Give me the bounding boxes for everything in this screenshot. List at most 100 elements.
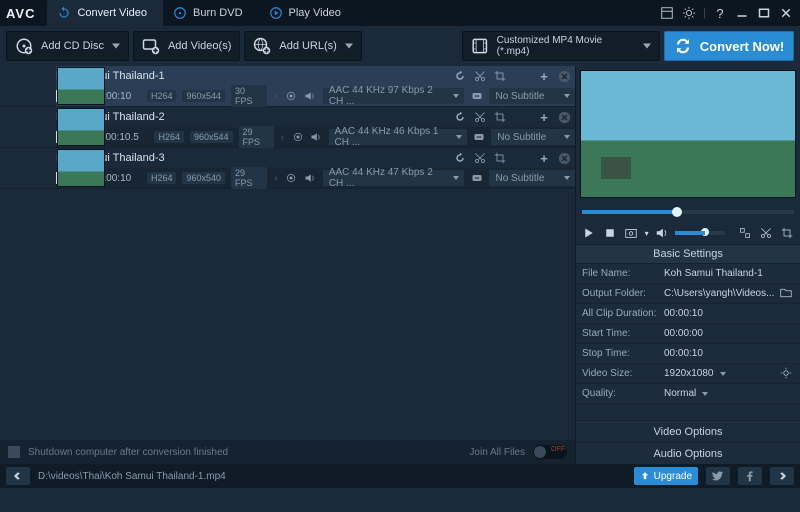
volume-icon[interactable] bbox=[655, 225, 670, 241]
thumbnail bbox=[57, 108, 105, 146]
refresh-icon[interactable] bbox=[453, 151, 467, 165]
shutdown-checkbox[interactable] bbox=[8, 446, 20, 458]
output-folder-label: Output Folder: bbox=[582, 288, 664, 299]
start-time-value[interactable]: 00:00:00 bbox=[664, 328, 794, 339]
add-urls-button[interactable]: Add URL(s) bbox=[244, 31, 361, 61]
next-button[interactable] bbox=[770, 467, 794, 485]
vres-value: 960x544 bbox=[182, 90, 225, 102]
join-all-label: Join All Files bbox=[469, 447, 525, 458]
refresh-icon bbox=[57, 6, 71, 20]
crop-icon[interactable] bbox=[779, 225, 794, 241]
clip-duration-label: All Clip Duration: bbox=[582, 308, 664, 319]
upgrade-label: Upgrade bbox=[654, 471, 692, 482]
file-title: Koh Samui Thailand-1 bbox=[56, 70, 449, 82]
tab-burn-dvd[interactable]: Burn DVD bbox=[163, 0, 259, 26]
clip-duration-value: 00:00:10 bbox=[664, 308, 794, 319]
add-videos-button[interactable]: Add Video(s) bbox=[133, 31, 240, 61]
remove-icon[interactable] bbox=[557, 110, 571, 124]
profile-label: Customized MP4 Movie (*.mp4) bbox=[497, 35, 635, 57]
audio-track-select[interactable]: AAC 44 KHz 46 Kbps 1 CH ... bbox=[329, 129, 467, 145]
vres-value: 960x540 bbox=[182, 172, 225, 184]
vcodec-value: H264 bbox=[147, 172, 177, 184]
add-video-icon bbox=[142, 37, 160, 55]
video-size-select[interactable]: 1920x1080 bbox=[664, 368, 780, 379]
remove-icon[interactable] bbox=[557, 151, 571, 165]
join-all-toggle[interactable] bbox=[533, 445, 567, 459]
crop-icon[interactable] bbox=[493, 151, 507, 165]
effects-icon[interactable] bbox=[285, 89, 298, 103]
cut-icon[interactable] bbox=[758, 225, 773, 241]
app-logo: AVC bbox=[6, 6, 35, 21]
play-button[interactable] bbox=[582, 225, 597, 241]
subtitle-icon bbox=[470, 171, 483, 185]
cut-icon[interactable] bbox=[473, 110, 487, 124]
cut-icon[interactable] bbox=[473, 151, 487, 165]
snapshot-button[interactable] bbox=[624, 225, 639, 241]
button-label: Add Video(s) bbox=[168, 40, 231, 52]
facebook-icon[interactable] bbox=[738, 467, 762, 485]
film-icon bbox=[471, 37, 489, 55]
remove-icon[interactable] bbox=[557, 69, 571, 83]
stop-button[interactable] bbox=[603, 225, 618, 241]
refresh-icon[interactable] bbox=[453, 110, 467, 124]
tab-play-video[interactable]: Play Video bbox=[259, 0, 357, 26]
seek-bar[interactable] bbox=[582, 204, 794, 220]
file-row[interactable]: Koh Samui Thailand-2+✓00:00:10.5H264960x… bbox=[0, 107, 575, 148]
crop-icon[interactable] bbox=[493, 110, 507, 124]
list-footer: Shutdown computer after conversion finis… bbox=[0, 440, 575, 464]
shutdown-label: Shutdown computer after conversion finis… bbox=[28, 447, 228, 458]
audio-options-button[interactable]: Audio Options bbox=[576, 442, 800, 464]
vfps-value: 30 FPS bbox=[231, 85, 267, 107]
help-icon[interactable]: ? bbox=[712, 5, 728, 21]
output-profile-select[interactable]: Customized MP4 Movie (*.mp4) bbox=[462, 31, 660, 61]
file-path: D:\videos\Thai\Koh Samui Thailand-1.mp4 bbox=[38, 471, 226, 482]
close-icon[interactable] bbox=[778, 5, 794, 21]
disc-icon bbox=[173, 6, 187, 20]
file-title: Koh Samui Thailand-2 bbox=[56, 111, 449, 123]
popout-icon[interactable] bbox=[737, 225, 752, 241]
add-icon[interactable]: + bbox=[537, 151, 551, 165]
prev-button[interactable] bbox=[6, 467, 30, 485]
stop-time-value[interactable]: 00:00:10 bbox=[664, 348, 794, 359]
settings-panel: File Name:Koh Samui Thailand-1 Output Fo… bbox=[576, 264, 800, 404]
gear-icon[interactable] bbox=[681, 5, 697, 21]
quality-select[interactable]: Normal bbox=[664, 388, 794, 399]
add-cd-disc-button[interactable]: Add CD Disc bbox=[6, 31, 129, 61]
twitter-icon[interactable] bbox=[706, 467, 730, 485]
basic-settings-heading: Basic Settings bbox=[576, 244, 800, 264]
thumbnail bbox=[57, 67, 105, 105]
volume-slider[interactable] bbox=[675, 231, 725, 235]
subtitle-select[interactable]: No Subtitle bbox=[489, 170, 575, 186]
cut-icon[interactable] bbox=[473, 69, 487, 83]
audio-icon bbox=[304, 171, 317, 185]
menu-icon[interactable] bbox=[659, 5, 675, 21]
crop-icon[interactable] bbox=[493, 69, 507, 83]
video-preview bbox=[580, 70, 796, 198]
subtitle-select[interactable]: No Subtitle bbox=[489, 88, 575, 104]
vfps-value: 29 FPS bbox=[231, 167, 267, 189]
button-label: Add URL(s) bbox=[279, 40, 336, 52]
tab-label: Convert Video bbox=[77, 7, 147, 19]
tab-label: Play Video bbox=[289, 7, 341, 19]
video-options-button[interactable]: Video Options bbox=[576, 420, 800, 442]
vcodec-value: H264 bbox=[147, 90, 177, 102]
effects-icon[interactable] bbox=[291, 130, 304, 144]
subtitle-select[interactable]: No Subtitle bbox=[491, 129, 575, 145]
add-icon[interactable]: + bbox=[537, 110, 551, 124]
refresh-icon[interactable] bbox=[453, 69, 467, 83]
file-row[interactable]: Koh Samui Thailand-3+✓00:00:10H264960x54… bbox=[0, 148, 575, 189]
upgrade-button[interactable]: Upgrade bbox=[634, 467, 698, 485]
subtitle-icon bbox=[473, 130, 486, 144]
audio-track-select[interactable]: AAC 44 KHz 47 Kbps 2 CH ... bbox=[323, 170, 465, 186]
file-row[interactable]: Koh Samui Thailand-1+✓00:00:10H264960x54… bbox=[0, 66, 575, 107]
audio-track-select[interactable]: AAC 44 KHz 97 Kbps 2 CH ... bbox=[323, 88, 465, 104]
browse-folder-icon[interactable] bbox=[780, 287, 794, 301]
maximize-icon[interactable] bbox=[756, 5, 772, 21]
convert-now-button[interactable]: Convert Now! bbox=[664, 31, 794, 61]
effects-icon[interactable] bbox=[285, 171, 298, 185]
add-icon[interactable]: + bbox=[537, 69, 551, 83]
tab-convert-video[interactable]: Convert Video bbox=[47, 0, 163, 26]
filename-value[interactable]: Koh Samui Thailand-1 bbox=[664, 268, 794, 279]
video-size-gear-icon[interactable] bbox=[780, 367, 794, 381]
minimize-icon[interactable] bbox=[734, 5, 750, 21]
